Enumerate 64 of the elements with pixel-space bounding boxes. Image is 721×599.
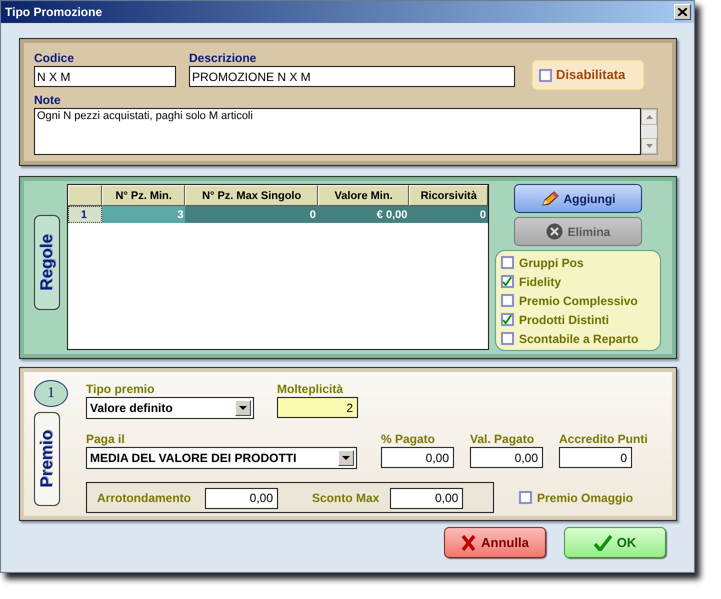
sconto-max-label: Sconto Max: [312, 490, 380, 504]
premio-omaggio-label: Premio Omaggio: [537, 490, 634, 504]
close-button[interactable]: [674, 4, 691, 20]
column-header: Ricorsività: [409, 185, 488, 206]
checkbox[interactable]: [519, 491, 532, 504]
table-cell: € 0,00: [318, 206, 410, 223]
value-label: Val. Pagato: [470, 432, 536, 446]
disabilitata-label: Disabilitata: [556, 68, 626, 82]
checkbox[interactable]: [539, 68, 552, 82]
value-field[interactable]: 0: [559, 447, 632, 468]
descrizione-label: Descrizione: [189, 51, 258, 65]
sconto-max-field[interactable]: 0,00: [390, 488, 464, 508]
up-arrow-icon[interactable]: [646, 115, 652, 119]
checkbox[interactable]: [501, 313, 514, 326]
checkbox[interactable]: [501, 332, 514, 345]
checkmark-icon: [594, 534, 612, 550]
descrizione-field[interactable]: PROMOZIONE N X M: [189, 66, 515, 87]
cancel-button[interactable]: Annulla: [444, 527, 546, 558]
option-label: Scontabile a Reparto: [519, 332, 638, 346]
checkbox[interactable]: [501, 256, 514, 269]
pencil-icon: [540, 190, 558, 206]
codice-field[interactable]: N X M: [34, 66, 176, 87]
table-cell: 0: [409, 206, 488, 223]
paga-il-label: Paga il: [86, 432, 126, 446]
column-header: N° Pz. Min.: [102, 185, 186, 206]
disabilitata-checkbox-panel[interactable]: Disabilitata: [532, 60, 644, 90]
option-label: Premio Complessivo: [519, 294, 638, 308]
regole-tab[interactable]: Regole: [34, 215, 60, 310]
checkbox[interactable]: [501, 294, 514, 307]
window-title: Tipo Promozione: [5, 5, 102, 19]
molteplicita-field[interactable]: 2: [277, 397, 358, 418]
scrollbar[interactable]: [641, 108, 658, 155]
caret-icon: [239, 406, 247, 410]
tipo-premio-label: Tipo premio: [86, 382, 156, 396]
molteplicita-label: Molteplicità: [277, 382, 344, 396]
checkbox[interactable]: [501, 275, 514, 288]
arrotondamento-label: Arrotondamento: [97, 490, 191, 504]
tipo-premio-dropdown[interactable]: Valore definito: [86, 397, 254, 419]
value-field[interactable]: 0,00: [381, 447, 454, 468]
column-header: Valore Min.: [318, 185, 410, 206]
step-badge: 1: [34, 380, 68, 407]
ok-button[interactable]: OK: [564, 527, 666, 558]
note-field[interactable]: Ogni N pezzi acquistati, paghi solo M articoli: [34, 108, 641, 155]
down-arrow-icon[interactable]: [646, 144, 652, 148]
column-header: N° Pz. Max Singolo: [185, 185, 318, 206]
paga-il-dropdown[interactable]: MEDIA DEL VALORE DEI PRODOTTI: [86, 447, 357, 469]
add-button[interactable]: Aggiungi: [514, 184, 642, 213]
table-cell: 3: [102, 206, 186, 223]
cross-icon: [461, 534, 476, 550]
option-label: Prodotti Distinti: [519, 312, 609, 326]
codice-label: Codice: [34, 51, 76, 65]
option-label: Gruppi Pos: [519, 256, 584, 270]
row-number[interactable]: 1: [68, 206, 102, 223]
table-cell: 0: [185, 206, 318, 223]
option-label: Fidelity: [519, 274, 562, 288]
caret-icon: [342, 456, 350, 460]
close-circle-icon: [546, 223, 563, 240]
value-label: % Pagato: [381, 432, 436, 446]
arrotondamento-field[interactable]: 0,00: [205, 488, 278, 508]
close-icon: [678, 8, 687, 16]
premio-tab[interactable]: Premio: [34, 412, 60, 506]
value-label: Accredito Punti: [559, 432, 648, 446]
note-label: Note: [34, 93, 62, 107]
value-field[interactable]: 0,00: [470, 447, 543, 468]
